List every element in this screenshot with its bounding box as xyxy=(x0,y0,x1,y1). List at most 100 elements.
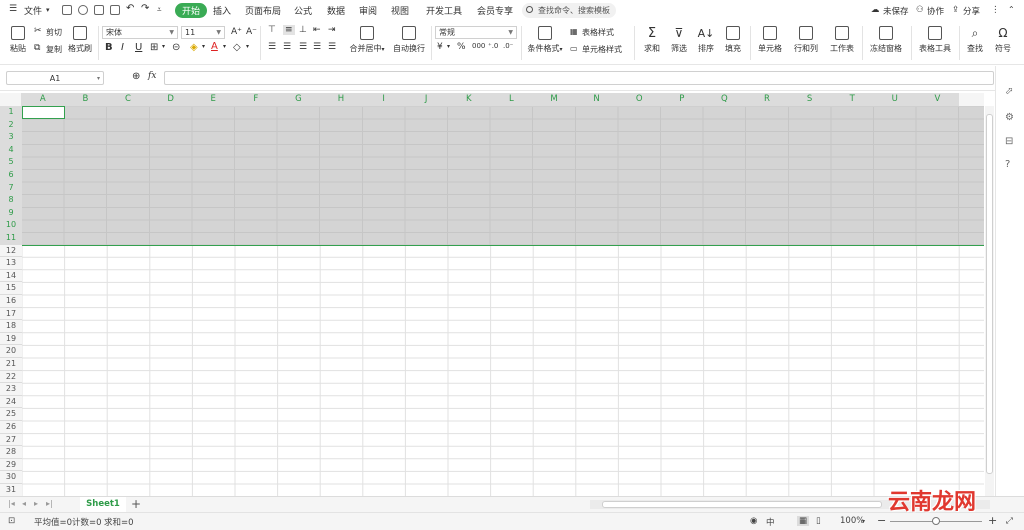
column-header-o[interactable]: O xyxy=(618,93,661,106)
print-preview-icon[interactable] xyxy=(110,5,120,15)
horizontal-scroll-thumb[interactable] xyxy=(602,501,882,508)
print-icon[interactable] xyxy=(94,5,104,15)
merge-center-button[interactable]: 合并居中▾ xyxy=(346,26,388,54)
hamburger-icon[interactable]: ☰ xyxy=(9,4,17,14)
cut-button[interactable]: 剪切 xyxy=(46,27,62,38)
zoom-formula-icon[interactable]: ⊕ xyxy=(132,71,140,82)
align-top-icon[interactable]: ⊤ xyxy=(268,25,276,35)
font-color-icon[interactable]: A xyxy=(211,41,218,52)
select-all-corner[interactable] xyxy=(0,93,22,106)
row-header-30[interactable]: 30 xyxy=(0,471,22,484)
cell-style-button[interactable]: 单元格样式 xyxy=(582,44,622,55)
align-center-icon[interactable]: ☰ xyxy=(283,42,291,52)
border-icon[interactable]: ⊞ xyxy=(150,42,158,53)
distribute-icon[interactable]: ☰ xyxy=(328,42,336,52)
align-middle-icon[interactable]: ≡ xyxy=(283,25,295,35)
column-header-e[interactable]: E xyxy=(192,93,235,106)
row-header-14[interactable]: 14 xyxy=(0,269,22,283)
column-header-n[interactable]: N xyxy=(575,93,619,106)
row-header-31[interactable]: 31 xyxy=(0,484,22,496)
row-header-27[interactable]: 27 xyxy=(0,433,22,447)
tab-review[interactable]: 审阅 xyxy=(359,4,377,17)
column-header-g[interactable]: G xyxy=(277,93,321,106)
column-header-p[interactable]: P xyxy=(661,93,704,106)
justify-icon[interactable]: ☰ xyxy=(313,42,321,52)
name-box[interactable]: A1 ▾ xyxy=(6,71,104,85)
decrease-decimal-icon[interactable]: .0⁻ xyxy=(503,42,513,50)
sum-button[interactable]: Σ 求和 xyxy=(640,26,664,54)
last-sheet-icon[interactable]: ▸| xyxy=(46,499,53,508)
row-header-18[interactable]: 18 xyxy=(0,320,22,333)
chevron-down-icon[interactable]: ▾ xyxy=(447,43,450,50)
zoom-out-icon[interactable]: − xyxy=(877,514,886,527)
column-header-r[interactable]: R xyxy=(746,93,789,106)
italic-button[interactable]: I xyxy=(121,42,124,53)
row-header-28[interactable]: 28 xyxy=(0,446,22,459)
adjust-icon[interactable]: ⚙ xyxy=(1005,112,1016,123)
format-painter-button[interactable]: 格式刷 xyxy=(66,26,94,54)
fill-button[interactable]: 填充 xyxy=(721,26,745,54)
bold-button[interactable]: B xyxy=(105,42,113,53)
align-bottom-icon[interactable]: ⊥ xyxy=(299,25,307,35)
cells-button[interactable]: 单元格 xyxy=(754,26,786,54)
table-style-icon[interactable]: ▦ xyxy=(570,27,578,36)
paste-button[interactable]: 粘贴 xyxy=(6,26,30,54)
column-header-k[interactable]: K xyxy=(448,93,491,106)
row-header-26[interactable]: 26 xyxy=(0,421,22,434)
tab-data[interactable]: 数据 xyxy=(327,4,345,17)
row-header-20[interactable]: 20 xyxy=(0,345,22,358)
tab-home[interactable]: 开始 xyxy=(175,3,208,18)
eye-icon[interactable]: ◉ xyxy=(750,516,757,526)
undo-icon[interactable]: ↶ xyxy=(126,3,134,14)
strikethrough-icon[interactable]: ⊝ xyxy=(172,42,180,53)
column-header-q[interactable]: Q xyxy=(703,93,747,106)
wrap-text-button[interactable]: 自动换行 xyxy=(391,26,427,54)
copy-button[interactable]: 复制 xyxy=(46,44,62,55)
chevron-down-icon[interactable]: ▾ xyxy=(46,6,50,14)
fx-icon[interactable]: fx xyxy=(148,71,156,81)
menu-file[interactable]: 文件 xyxy=(24,4,42,17)
align-left-icon[interactable]: ☰ xyxy=(268,42,276,52)
number-format-select[interactable]: 常规 ▼ xyxy=(435,26,517,39)
table-props-icon[interactable]: ⊟ xyxy=(1005,136,1016,147)
sheet-tab-sheet1[interactable]: Sheet1 xyxy=(80,497,126,512)
row-header-25[interactable]: 25 xyxy=(0,408,22,421)
row-header-22[interactable]: 22 xyxy=(0,370,22,384)
increase-decimal-icon[interactable]: ⁺.0 xyxy=(488,42,498,50)
increase-font-icon[interactable]: A⁺ xyxy=(231,27,242,37)
row-header-11[interactable]: 11 xyxy=(0,232,22,245)
column-header-b[interactable]: B xyxy=(64,93,108,106)
tab-page-layout[interactable]: 页面布局 xyxy=(245,4,281,17)
font-name-select[interactable]: 宋体 ▼ xyxy=(102,26,178,39)
cut-icon[interactable]: ✂ xyxy=(34,26,42,36)
worksheet-button[interactable]: 工作表 xyxy=(826,26,858,54)
row-header-10[interactable]: 10 xyxy=(0,219,22,232)
tab-member[interactable]: 会员专享 xyxy=(477,4,513,17)
column-header-u[interactable]: U xyxy=(874,93,917,106)
column-header-v[interactable]: V xyxy=(916,93,960,106)
fit-icon[interactable]: ⤢ xyxy=(1006,516,1013,526)
row-header-4[interactable]: 4 xyxy=(0,143,22,157)
tab-developer[interactable]: 开发工具 xyxy=(426,4,462,17)
add-sheet-button[interactable]: + xyxy=(131,497,141,511)
row-header-19[interactable]: 19 xyxy=(0,332,22,346)
row-header-6[interactable]: 6 xyxy=(0,169,22,182)
percent-icon[interactable]: % xyxy=(457,42,466,52)
chevron-down-icon[interactable]: ▾ xyxy=(223,43,226,50)
macro-icon[interactable]: ⊡ xyxy=(8,516,15,526)
customize-icon[interactable]: ⩡ xyxy=(157,5,162,15)
chevron-down-icon[interactable]: ▾ xyxy=(246,43,249,50)
sort-button[interactable]: A↓ 排序 xyxy=(694,26,718,54)
column-header-t[interactable]: T xyxy=(831,93,874,106)
row-header-13[interactable]: 13 xyxy=(0,257,22,270)
row-header-5[interactable]: 5 xyxy=(0,156,22,169)
first-sheet-icon[interactable]: |◂ xyxy=(8,499,15,508)
next-sheet-icon[interactable]: ▸ xyxy=(34,499,38,508)
eraser-icon[interactable]: ◇ xyxy=(233,42,241,53)
vertical-scroll-thumb[interactable] xyxy=(986,114,993,474)
row-header-15[interactable]: 15 xyxy=(0,282,22,295)
more-icon[interactable]: ⋮ xyxy=(991,5,1000,15)
row-header-21[interactable]: 21 xyxy=(0,358,22,371)
command-search-input[interactable]: 查找命令、搜索模板 xyxy=(522,3,616,18)
row-header-12[interactable]: 12 xyxy=(0,244,22,258)
